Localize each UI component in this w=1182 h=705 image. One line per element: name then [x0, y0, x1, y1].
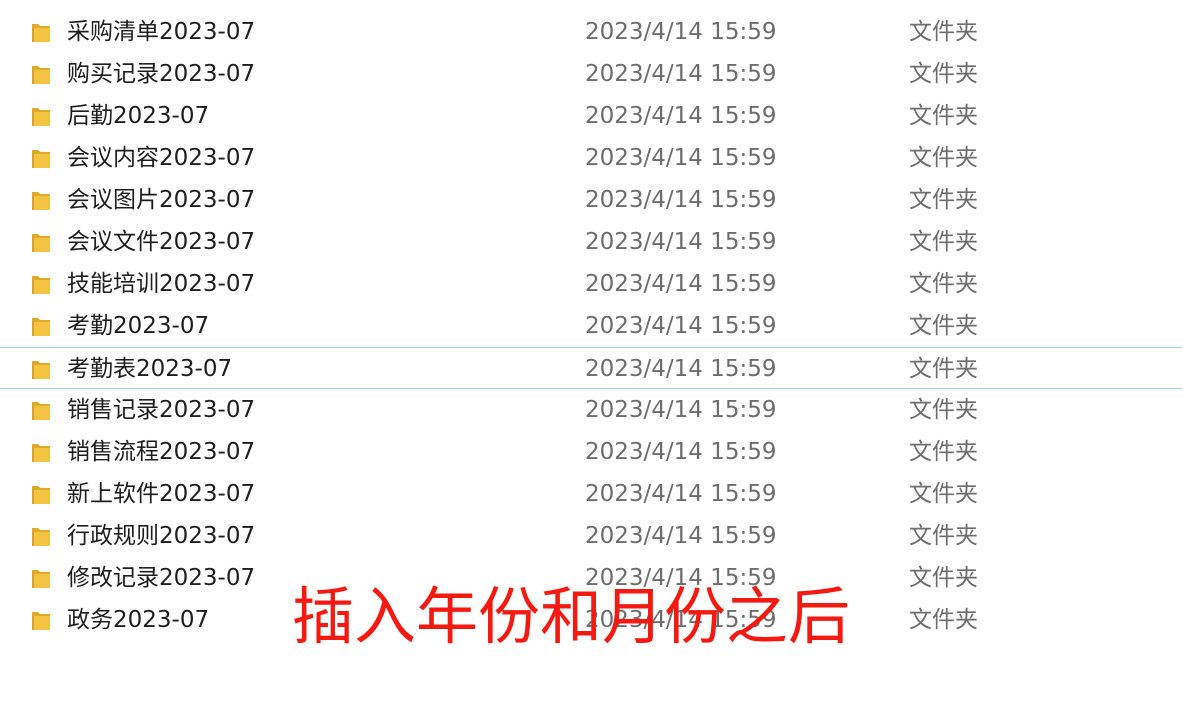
file-name[interactable]: 新上软件2023-07 — [67, 473, 255, 515]
file-name[interactable]: 采购清单2023-07 — [67, 11, 255, 53]
file-row[interactable]: 销售记录2023-07 2023/4/14 15:59 文件夹 — [0, 389, 1182, 431]
folder-icon — [31, 525, 51, 547]
file-type: 文件夹 — [909, 61, 978, 87]
file-type: 文件夹 — [909, 145, 978, 171]
file-row[interactable]: 考勤2023-07 2023/4/14 15:59 文件夹 — [0, 305, 1182, 347]
file-date-modified: 2023/4/14 15:59 — [585, 103, 777, 129]
folder-icon — [31, 63, 51, 85]
file-date-modified: 2023/4/14 15:59 — [585, 229, 777, 255]
file-type: 文件夹 — [909, 271, 978, 297]
file-type: 文件夹 — [909, 607, 978, 633]
file-type: 文件夹 — [909, 229, 978, 255]
file-row[interactable]: 购买记录2023-07 2023/4/14 15:59 文件夹 — [0, 53, 1182, 95]
file-date-modified: 2023/4/14 15:59 — [585, 397, 777, 423]
file-type: 文件夹 — [909, 565, 978, 591]
file-name[interactable]: 会议文件2023-07 — [67, 221, 255, 263]
file-name[interactable]: 销售流程2023-07 — [67, 431, 255, 473]
file-name[interactable]: 修改记录2023-07 — [67, 557, 255, 599]
folder-icon — [31, 441, 51, 463]
file-date-modified: 2023/4/14 15:59 — [585, 145, 777, 171]
file-type: 文件夹 — [909, 103, 978, 129]
file-type: 文件夹 — [909, 397, 978, 423]
file-type: 文件夹 — [909, 19, 978, 45]
file-date-modified: 2023/4/14 15:59 — [585, 61, 777, 87]
annotation-caption: 插入年份和月份之后 — [292, 580, 851, 653]
file-name[interactable]: 行政规则2023-07 — [67, 515, 255, 557]
file-name[interactable]: 考勤表2023-07 — [67, 348, 232, 390]
file-date-modified: 2023/4/14 15:59 — [585, 313, 777, 339]
file-row[interactable]: 采购清单2023-07 2023/4/14 15:59 文件夹 — [0, 11, 1182, 53]
file-name[interactable]: 考勤2023-07 — [67, 305, 209, 347]
folder-icon — [31, 358, 51, 380]
file-row[interactable]: 行政规则2023-07 2023/4/14 15:59 文件夹 — [0, 515, 1182, 557]
file-type: 文件夹 — [909, 439, 978, 465]
file-row[interactable]: 考勤表2023-07 2023/4/14 15:59 文件夹 — [0, 347, 1182, 389]
file-name[interactable]: 会议图片2023-07 — [67, 179, 255, 221]
file-name[interactable]: 后勤2023-07 — [67, 95, 209, 137]
folder-icon — [31, 147, 51, 169]
file-list: 采购清单2023-07 2023/4/14 15:59 文件夹 购买记录2023-07… — [0, 11, 1182, 641]
folder-icon — [31, 189, 51, 211]
file-type: 文件夹 — [909, 523, 978, 549]
file-type: 文件夹 — [909, 356, 978, 382]
file-row[interactable]: 会议文件2023-07 2023/4/14 15:59 文件夹 — [0, 221, 1182, 263]
file-name[interactable]: 政务2023-07 — [67, 599, 209, 641]
file-date-modified: 2023/4/14 15:59 — [585, 523, 777, 549]
folder-icon — [31, 399, 51, 421]
file-date-modified: 2023/4/14 15:59 — [585, 481, 777, 507]
folder-icon — [31, 231, 51, 253]
folder-icon — [31, 273, 51, 295]
file-row[interactable]: 销售流程2023-07 2023/4/14 15:59 文件夹 — [0, 431, 1182, 473]
file-row[interactable]: 新上软件2023-07 2023/4/14 15:59 文件夹 — [0, 473, 1182, 515]
file-type: 文件夹 — [909, 313, 978, 339]
file-row[interactable]: 技能培训2023-07 2023/4/14 15:59 文件夹 — [0, 263, 1182, 305]
folder-icon — [31, 21, 51, 43]
file-name[interactable]: 销售记录2023-07 — [67, 389, 255, 431]
folder-icon — [31, 105, 51, 127]
file-row[interactable]: 后勤2023-07 2023/4/14 15:59 文件夹 — [0, 95, 1182, 137]
file-name[interactable]: 购买记录2023-07 — [67, 53, 255, 95]
file-row[interactable]: 会议内容2023-07 2023/4/14 15:59 文件夹 — [0, 137, 1182, 179]
folder-icon — [31, 609, 51, 631]
file-type: 文件夹 — [909, 187, 978, 213]
file-row[interactable]: 会议图片2023-07 2023/4/14 15:59 文件夹 — [0, 179, 1182, 221]
folder-icon — [31, 315, 51, 337]
file-date-modified: 2023/4/14 15:59 — [585, 271, 777, 297]
file-name[interactable]: 会议内容2023-07 — [67, 137, 255, 179]
file-date-modified: 2023/4/14 15:59 — [585, 356, 777, 382]
file-name[interactable]: 技能培训2023-07 — [67, 263, 255, 305]
file-type: 文件夹 — [909, 481, 978, 507]
file-date-modified: 2023/4/14 15:59 — [585, 19, 777, 45]
file-date-modified: 2023/4/14 15:59 — [585, 187, 777, 213]
folder-icon — [31, 567, 51, 589]
file-date-modified: 2023/4/14 15:59 — [585, 439, 777, 465]
folder-icon — [31, 483, 51, 505]
